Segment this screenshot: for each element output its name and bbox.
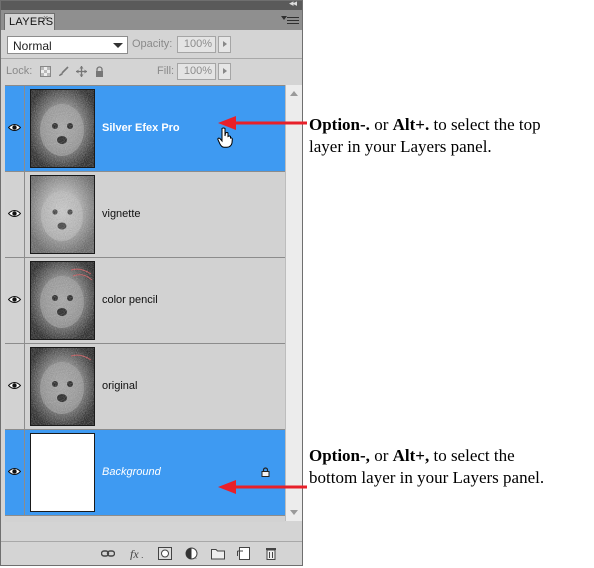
close-tab-icon[interactable]: × [43,13,48,23]
annotation-text: to select the [429,446,515,465]
link-layers-icon[interactable] [101,547,115,560]
visibility-toggle[interactable] [5,344,25,429]
layer-name[interactable]: color pencil [102,294,158,306]
opacity-field[interactable]: 100% [177,36,216,53]
lock-icon [261,467,270,477]
shortcut-mac: Option-. [309,115,370,134]
adjustment-layer-icon[interactable]: . [185,547,199,560]
annotation-top: Option-. or Alt+. to select the top laye… [309,114,541,158]
fill-field[interactable]: 100% [177,63,216,80]
move-icon[interactable] [76,66,87,77]
opacity-label: Opacity: [132,38,173,50]
panel-title-bar[interactable]: ◂◂ [1,0,302,10]
lock-all-icon[interactable] [94,66,105,77]
annotation-join: or [369,446,393,465]
layer-row-vignette[interactable]: vignette [5,172,285,258]
annotation-text: to select the top [429,115,541,134]
fx-layer-style-icon[interactable]: fx . [129,547,147,560]
blend-mode-select[interactable]: Normal [7,36,128,54]
eye-icon [8,124,21,131]
arrow-top-layer [218,116,307,130]
eye-icon [8,296,21,303]
layer-thumbnail [30,175,95,254]
trash-icon[interactable] [264,547,278,560]
eye-icon [8,468,21,475]
collapse-panel-icon[interactable]: ◂◂ [289,0,297,9]
annotation-bottom-line-1: Option-, or Alt+, to select the [309,445,544,467]
blend-mode-value: Normal [13,39,52,53]
lock-transparent-pixels-icon[interactable] [40,66,51,77]
visibility-toggle[interactable] [5,172,25,257]
brush-icon[interactable] [58,66,69,77]
new-group-icon[interactable] [211,547,225,560]
toolbar-divider [1,58,302,59]
new-layer-icon[interactable] [237,547,251,560]
eye-icon [8,210,21,217]
footer-divider [1,541,302,542]
layer-thumbnail [30,89,95,168]
layer-name[interactable]: vignette [102,208,141,220]
shortcut-mac: Option-, [309,446,370,465]
visibility-toggle[interactable] [5,430,25,515]
layer-row-original[interactable]: original [5,344,285,430]
shortcut-win: Alt+, [392,446,430,465]
annotation-top-line-1: Option-. or Alt+. to select the top [309,114,541,136]
svg-text:.: . [141,550,144,560]
layer-row-background[interactable]: Background [5,430,285,516]
annotation-bottom-line-2: bottom layer in your Layers panel. [309,468,545,487]
layer-name[interactable]: Background [102,466,161,478]
visibility-toggle[interactable] [5,86,25,171]
layers-scrollbar[interactable] [285,85,302,521]
panel-footer: fx . . [1,543,302,565]
fill-slider-button[interactable] [218,63,231,80]
panel-menu-icon[interactable] [281,15,299,25]
layers-list: Silver Efex Pro vignette color pencil or… [5,85,285,522]
layer-thumbnail [30,433,95,512]
scroll-down-icon[interactable] [290,510,298,515]
layer-name[interactable]: original [102,380,137,392]
annotation-bottom: Option-, or Alt+, to select the bottom l… [309,445,544,489]
svg-text:.: . [195,554,197,560]
lock-label: Lock: [6,65,33,77]
opacity-slider-button[interactable] [218,36,231,53]
layer-thumbnail [30,261,95,340]
eye-icon [8,382,21,389]
layer-row-color-pencil[interactable]: color pencil [5,258,285,344]
visibility-toggle[interactable] [5,258,25,343]
panel-tab-row: LAYERS × [1,10,302,30]
svg-text:fx: fx [130,547,139,560]
fill-label: Fill: [157,65,175,77]
scroll-up-icon[interactable] [290,91,298,96]
arrow-bottom-layer [218,480,307,494]
layer-name[interactable]: Silver Efex Pro [102,122,180,134]
chevron-down-icon [109,37,127,53]
annotation-join: or [369,115,393,134]
add-mask-icon[interactable] [158,547,172,560]
annotation-top-line-2: layer in your Layers panel. [309,137,492,156]
shortcut-win: Alt+. [392,115,430,134]
layer-thumbnail [30,347,95,426]
